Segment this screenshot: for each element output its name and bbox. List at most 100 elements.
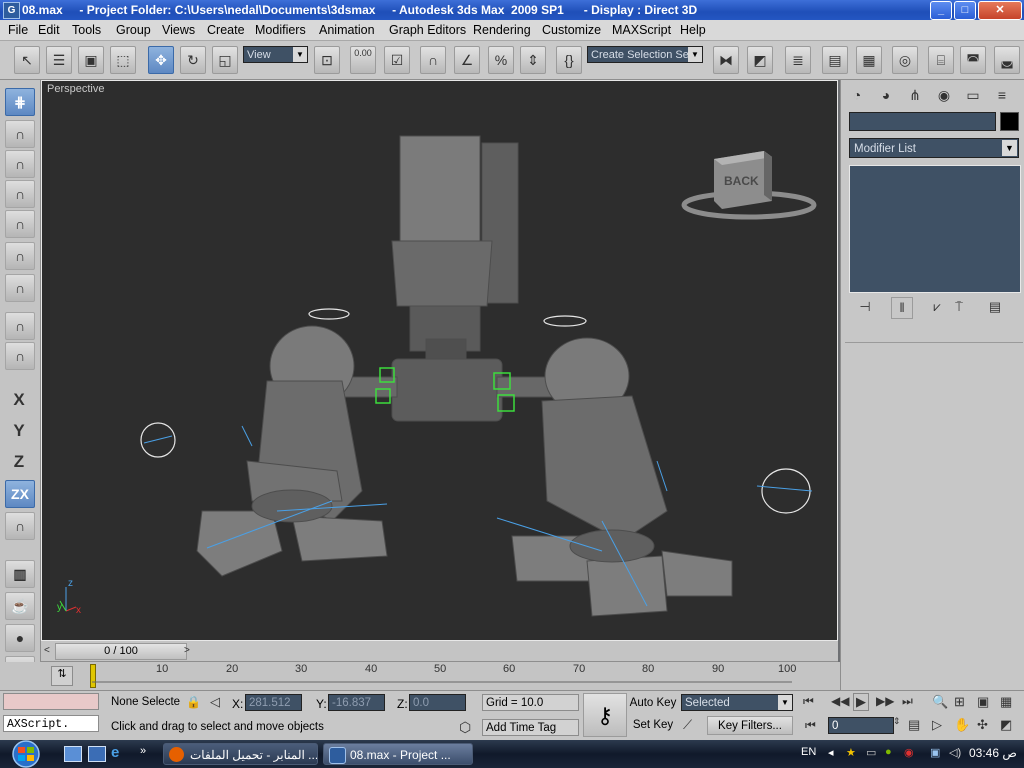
clock[interactable]: ص 03:46 (969, 746, 1017, 760)
absolute-mode-icon[interactable]: ◁ (210, 694, 220, 710)
spinner-snap-icon[interactable]: 0.00 (350, 46, 376, 74)
named-selection-sets-dropdown[interactable]: Create Selection Set ▼ (587, 46, 703, 63)
tray-app-icon[interactable]: ★ (846, 746, 856, 759)
field-of-view-icon[interactable]: ▷ (932, 717, 942, 733)
motion-tab-icon[interactable]: ◉ (932, 84, 956, 106)
snap-tool-icon[interactable]: ∩ (5, 120, 35, 148)
orbit-icon[interactable]: ✣ (977, 717, 988, 733)
tray-keyboard-icon[interactable]: ▭ (866, 746, 876, 759)
frame-spinner[interactable]: ⇕ (893, 716, 901, 727)
add-time-tag-button[interactable]: Add Time Tag (482, 719, 579, 736)
switch-windows-icon[interactable] (88, 746, 106, 762)
hierarchy-tab-icon[interactable]: ⋔ (903, 84, 927, 106)
snap-icon[interactable]: ⋕ (5, 88, 35, 116)
time-slider-left-arrow[interactable]: < (44, 645, 50, 656)
modifier-stack[interactable] (849, 165, 1021, 293)
snap-tool-icon[interactable]: ∩ (5, 210, 35, 238)
tool-icon[interactable]: ▥ (5, 560, 35, 588)
axis-zx-button[interactable]: ZX (5, 480, 35, 508)
menu-file[interactable]: File (8, 23, 28, 37)
select-by-name-icon[interactable]: ☰ (46, 46, 72, 74)
reference-coordinate-dropdown[interactable]: View ▼ (243, 46, 308, 63)
tray-user-icon[interactable]: ● (885, 746, 892, 758)
menu-help[interactable]: Help (680, 23, 706, 37)
menu-views[interactable]: Views (162, 23, 195, 37)
y-coordinate-field[interactable]: -16.837 (328, 694, 385, 711)
menu-animation[interactable]: Animation (319, 23, 375, 37)
next-frame-icon[interactable]: ▶▶ (876, 694, 894, 708)
remove-modifier-icon[interactable]: ⍑ (949, 297, 969, 317)
perspective-viewport[interactable]: Perspective BACK x y z (41, 80, 838, 641)
previous-frame-icon[interactable]: ◀◀ (831, 694, 849, 708)
track-bar[interactable]: ⇅ 10 20 30 40 50 60 70 80 90 100 (0, 662, 840, 690)
menu-rendering[interactable]: Rendering (473, 23, 531, 37)
show-end-result-icon[interactable]: ‖ (891, 297, 913, 319)
current-frame-field[interactable]: 0 (828, 717, 894, 734)
play-icon[interactable]: ▶ (853, 693, 869, 711)
lock-selection-icon[interactable]: 🔒 (186, 695, 201, 709)
taskbar-item-firefox[interactable]: المنابر - تحميل الملفات ... (163, 743, 318, 765)
zoom-extents-icon[interactable]: ▣ (977, 694, 989, 710)
select-and-rotate-icon[interactable]: ↻ (180, 46, 206, 74)
x-coordinate-field[interactable]: 281.512 (245, 694, 302, 711)
material-editor-icon[interactable]: ◎ (892, 46, 918, 74)
default-in-out-icon[interactable]: ⟋ (683, 717, 692, 733)
maximize-viewport-icon[interactable]: ◩ (1000, 717, 1012, 733)
quick-render-icon[interactable]: ◛ (994, 46, 1020, 74)
snap-tool-icon[interactable]: ∩ (5, 274, 35, 302)
select-and-scale-icon[interactable]: ◱ (212, 46, 238, 74)
schematic-view-icon[interactable]: ▦ (856, 46, 882, 74)
snap-tool-icon[interactable]: ∩ (5, 180, 35, 208)
make-unique-icon[interactable]: ⩗ (927, 297, 947, 317)
close-button[interactable]: ✕ (978, 1, 1022, 20)
key-mode-toggle-icon[interactable]: ⏮ (805, 718, 816, 733)
teapot-icon[interactable]: ☕ (5, 592, 35, 620)
menu-graph-editors[interactable]: Graph Editors (389, 23, 466, 37)
key-filters-button[interactable]: Key Filters... (707, 716, 793, 735)
modifier-list-dropdown[interactable]: Modifier List ▼ (849, 138, 1019, 158)
axis-z-button[interactable]: Z (5, 449, 33, 475)
maxscript-mini-listener[interactable]: AXScript. (3, 715, 99, 732)
axis-x-button[interactable]: X (5, 387, 33, 413)
z-coordinate-field[interactable]: 0.0 (409, 694, 466, 711)
time-slider-right-arrow[interactable]: > (184, 645, 190, 656)
pin-stack-icon[interactable]: ⊣ (855, 297, 875, 317)
auto-key-button[interactable]: Auto Key (628, 694, 678, 713)
snap-xy-icon[interactable]: ∩ (5, 512, 35, 540)
rendered-frame-icon[interactable]: ◚ (960, 46, 986, 74)
align-icon[interactable]: ◩ (747, 46, 773, 74)
time-slider[interactable]: < 0 / 100 > (41, 641, 838, 662)
menu-create[interactable]: Create (207, 23, 245, 37)
time-slider-thumb[interactable]: 0 / 100 (55, 643, 187, 660)
zoom-extents-all-icon[interactable]: ▦ (1000, 694, 1012, 710)
taskbar-item-3dsmax[interactable]: 08.max - Project ... (323, 743, 473, 765)
select-object-icon[interactable]: ↖ (14, 46, 40, 74)
key-mode-dropdown[interactable]: Selected ▼ (681, 694, 793, 711)
menu-edit[interactable]: Edit (38, 23, 60, 37)
maximize-button[interactable]: □ (954, 1, 976, 20)
viewcube[interactable]: BACK (681, 151, 817, 220)
axis-y-button[interactable]: Y (5, 418, 33, 444)
title-bar[interactable]: G 08.max - Project Folder: C:\Users\neda… (0, 0, 1024, 20)
zoom-all-icon[interactable]: ⊞ (954, 694, 965, 710)
modify-tab-icon[interactable]: ◕ (874, 84, 898, 106)
select-manipulate-icon[interactable]: ☑ (384, 46, 410, 74)
curve-editor-icon[interactable]: ▤ (822, 46, 848, 74)
select-and-move-icon[interactable]: ✥ (148, 46, 174, 74)
menu-maxscript[interactable]: MAXScript (612, 23, 671, 37)
go-to-start-icon[interactable]: ⏮ (803, 694, 814, 709)
volume-icon[interactable]: ◁) (949, 746, 961, 759)
set-key-button[interactable]: Set Key (628, 716, 678, 735)
set-key-icon[interactable]: ⚷ (583, 693, 627, 737)
menu-customize[interactable]: Customize (542, 23, 601, 37)
object-color-swatch[interactable] (1000, 112, 1019, 131)
object-name-field[interactable] (849, 112, 996, 131)
display-tab-icon[interactable]: ▭ (961, 84, 985, 106)
start-button[interactable] (2, 740, 48, 768)
angle-snap-icon[interactable]: ∠ (454, 46, 480, 74)
robot-model[interactable] (196, 135, 733, 617)
edit-named-selection-icon[interactable]: {} (556, 46, 582, 74)
go-to-end-icon[interactable]: ⏭ (902, 694, 913, 709)
sphere-icon[interactable]: ● (5, 624, 35, 652)
utilities-tab-icon[interactable]: ≡ (990, 84, 1014, 106)
